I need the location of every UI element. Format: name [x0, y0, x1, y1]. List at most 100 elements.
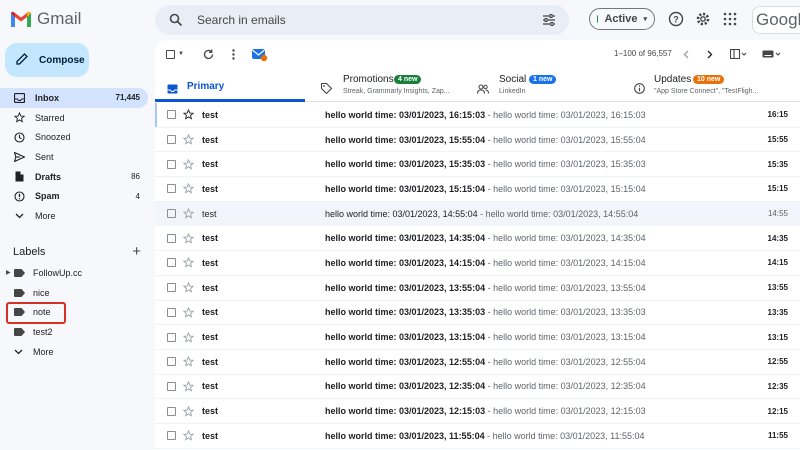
sidebar-item-more[interactable]: More [0, 206, 148, 226]
help-icon[interactable]: ? [667, 10, 685, 28]
email-snippet: - hello world time: 03/01/2023, 13:35:03 [485, 307, 646, 318]
sidebar-item-drafts[interactable]: Drafts 86 [0, 167, 148, 187]
row-checkbox[interactable] [167, 431, 176, 441]
sidebar-item-spam[interactable]: Spam 4 [0, 186, 148, 206]
email-row[interactable]: test hello world time: 03/01/2023, 13:35:… [155, 300, 800, 326]
row-checkbox[interactable] [167, 406, 176, 416]
label-item-more[interactable]: More [0, 342, 148, 362]
tab-primary[interactable]: Primary [155, 70, 305, 102]
email-row[interactable]: test hello world time: 03/01/2023, 13:15:… [155, 325, 800, 350]
tab-updates[interactable]: Updates 10 new "App Store Connect", "Tes… [630, 70, 800, 102]
email-row[interactable]: test hello world time: 03/01/2023, 12:35:… [155, 374, 800, 400]
search-icon[interactable] [165, 9, 187, 31]
row-checkbox[interactable] [167, 135, 176, 145]
search-options-icon[interactable] [539, 10, 559, 30]
row-checkbox[interactable] [167, 159, 176, 169]
email-row[interactable]: test hello world time: 03/01/2023, 12:15:… [155, 399, 800, 424]
sidebar-item-snoozed[interactable]: Snoozed [0, 127, 148, 147]
email-row[interactable]: test hello world time: 03/01/2023, 13:55:… [155, 275, 800, 301]
email-row[interactable]: test hello world time: 03/01/2023, 15:15:… [155, 177, 800, 202]
row-checkbox[interactable] [167, 332, 176, 342]
row-checkbox[interactable] [167, 184, 176, 194]
row-checkbox[interactable] [167, 283, 176, 293]
star-icon[interactable] [183, 306, 195, 318]
email-row[interactable]: test hello world time: 03/01/2023, 15:55:… [155, 127, 800, 153]
email-sender: test [202, 307, 219, 318]
star-icon[interactable] [183, 232, 195, 244]
select-all-checkbox[interactable]: ▼ [165, 48, 185, 60]
status-selector[interactable]: Active ▾ [589, 8, 655, 30]
compose-button[interactable]: Compose [5, 43, 89, 77]
add-label-plus-icon[interactable]: + [132, 243, 141, 260]
next-page-icon[interactable] [705, 48, 715, 60]
search-input[interactable] [197, 13, 539, 27]
email-snippet: - hello world time: 03/01/2023, 12:15:03 [485, 406, 646, 417]
chevron-down-icon [14, 349, 26, 355]
email-subject-line: hello world time: 03/01/2023, 12:55:04 -… [325, 357, 755, 367]
row-checkbox[interactable] [167, 381, 176, 391]
star-icon[interactable] [183, 257, 195, 269]
more-options-icon[interactable] [228, 47, 238, 61]
star-icon[interactable] [183, 282, 195, 293]
star-icon[interactable] [183, 430, 195, 441]
tab-promotions[interactable]: Promotions 4 new Streak, Grammarly Insig… [315, 70, 465, 102]
label-item-nice[interactable]: nice [0, 283, 148, 303]
star-icon[interactable] [183, 405, 195, 417]
tab-social[interactable]: Social 1 new LinkedIn [473, 70, 623, 102]
row-checkbox[interactable] [167, 209, 176, 219]
app-name: Gmail [37, 9, 82, 28]
email-row[interactable]: test hello world time: 03/01/2023, 16:15:… [155, 103, 800, 128]
star-icon[interactable] [183, 183, 195, 195]
row-checkbox[interactable] [167, 307, 176, 317]
label-name: FollowUp.cc [33, 267, 83, 278]
email-sender: test [202, 381, 219, 392]
email-snippet: - hello world time: 03/01/2023, 11:55:04 [484, 430, 645, 441]
split-pane-toggle-icon[interactable] [729, 48, 749, 60]
row-checkbox[interactable] [167, 110, 176, 120]
star-icon[interactable] [183, 380, 195, 392]
row-checkbox[interactable] [167, 357, 176, 367]
email-snippet: - hello world time: 03/01/2023, 15:15:04 [485, 183, 646, 194]
select-dropdown-icon[interactable]: ▼ [178, 51, 184, 57]
star-icon[interactable] [183, 109, 195, 121]
star-icon[interactable] [183, 208, 195, 219]
email-row[interactable]: test hello world time: 03/01/2023, 15:35:… [155, 152, 800, 178]
email-row[interactable]: test hello world time: 03/01/2023, 12:55:… [155, 349, 800, 375]
compose-label: Compose [39, 54, 85, 66]
previous-page-icon[interactable] [681, 48, 691, 60]
tab-senders-preview: "App Store Connect", "TestFligh... [654, 88, 759, 95]
email-row[interactable]: test hello world time: 03/01/2023, 11:55:… [155, 423, 800, 449]
search-bar[interactable] [155, 5, 569, 35]
email-time: 15:55 [767, 135, 788, 145]
mail-panel: ▼ 1–100 of 96,557 Primary Promotions 4 n… [155, 40, 800, 450]
row-checkbox[interactable] [167, 233, 176, 243]
email-row[interactable]: test hello world time: 03/01/2023, 14:55:… [155, 201, 800, 227]
apps-grid-icon[interactable] [721, 10, 739, 28]
tab-label: Primary [187, 81, 225, 92]
star-icon[interactable] [183, 158, 195, 170]
settings-gear-icon[interactable] [694, 10, 712, 28]
sidebar-item-inbox[interactable]: Inbox 71,445 [0, 88, 148, 108]
expand-arrow-icon[interactable]: ▶ [6, 269, 12, 276]
new-count-badge: 10 new [693, 75, 725, 84]
email-subject-line: hello world time: 03/01/2023, 12:35:04 -… [325, 381, 755, 391]
label-item-followup[interactable]: ▶ FollowUp.cc [0, 263, 148, 283]
extension-mail-icon[interactable] [250, 45, 268, 63]
google-account-logo[interactable]: Google [752, 6, 800, 34]
sidebar-item-sent[interactable]: Sent [0, 147, 148, 167]
email-row[interactable]: test hello world time: 03/01/2023, 14:35:… [155, 226, 800, 252]
row-checkbox[interactable] [167, 258, 176, 268]
sidebar-item-label: Drafts [35, 171, 62, 182]
label-item-test2[interactable]: test2 [0, 322, 148, 342]
email-sender: test [202, 233, 219, 244]
email-subject-line: hello world time: 03/01/2023, 14:55:04 -… [325, 209, 755, 219]
label-name: nice [33, 287, 50, 298]
input-tools-keyboard-icon[interactable] [761, 48, 783, 60]
gmail-logo[interactable]: Gmail [10, 9, 81, 29]
email-row[interactable]: test hello world time: 03/01/2023, 14:15:… [155, 251, 800, 276]
star-icon[interactable] [183, 331, 195, 343]
star-icon[interactable] [183, 356, 195, 367]
sidebar-item-starred[interactable]: Starred [0, 108, 148, 128]
star-icon[interactable] [183, 134, 195, 145]
refresh-icon[interactable] [201, 47, 215, 61]
